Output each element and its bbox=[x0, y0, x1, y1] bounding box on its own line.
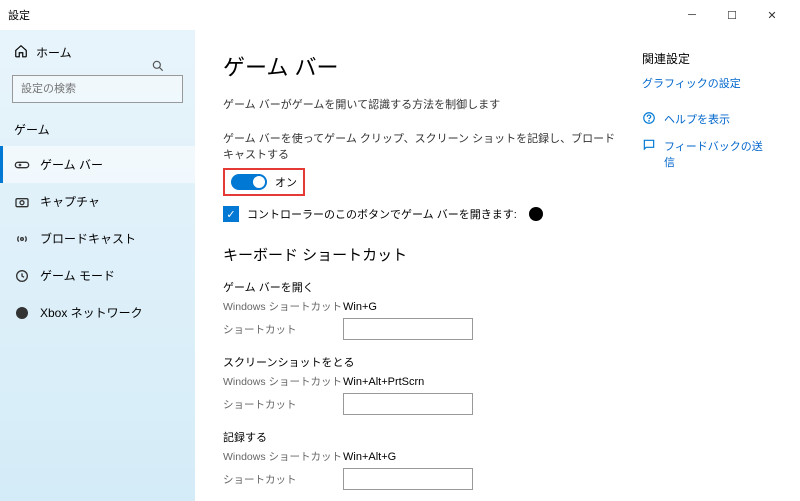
shortcut-group-screenshot: スクリーンショットをとる Windows ショートカットWin+Alt+PrtS… bbox=[223, 354, 622, 415]
sidebar-item-label: Xbox ネットワーク bbox=[40, 304, 143, 321]
close-button[interactable]: ✕ bbox=[752, 0, 792, 30]
feedback-label: フィードバックの送信 bbox=[664, 138, 772, 170]
row-win-label: Windows ショートカット bbox=[223, 299, 343, 314]
sidebar-item-label: ブロードキャスト bbox=[40, 230, 136, 247]
sidebar-item-broadcast[interactable]: ブロードキャスト bbox=[0, 220, 195, 257]
shortcut-group-record: 記録する Windows ショートカットWin+Alt+G ショートカット bbox=[223, 429, 622, 490]
shortcuts-heading: キーボード ショートカット bbox=[223, 244, 622, 265]
page-description: ゲーム バーがゲームを開いて認識する方法を制御します bbox=[223, 96, 622, 112]
broadcast-icon bbox=[14, 231, 30, 247]
graphics-settings-link[interactable]: グラフィックの設定 bbox=[642, 75, 772, 91]
row-win-label: Windows ショートカット bbox=[223, 374, 343, 389]
shortcut-title: ゲーム バーを開く bbox=[223, 279, 622, 295]
sidebar-item-label: ゲーム モード bbox=[40, 267, 115, 284]
home-nav[interactable]: ホーム bbox=[0, 38, 195, 67]
xbox-button-icon bbox=[529, 207, 543, 221]
custom-shortcut-input[interactable] bbox=[343, 468, 473, 490]
gamebar-toggle-highlight: オン bbox=[223, 168, 305, 196]
feedback-icon bbox=[642, 138, 656, 155]
sidebar-item-gamebar[interactable]: ゲーム バー bbox=[0, 146, 195, 183]
sidebar: ホーム ゲーム ゲーム バー キャプチャ bbox=[0, 30, 195, 501]
xbox-icon bbox=[14, 305, 30, 321]
maximize-button[interactable]: ☐ bbox=[712, 0, 752, 30]
home-icon bbox=[14, 44, 28, 61]
help-label: ヘルプを表示 bbox=[664, 111, 730, 127]
sidebar-section: ゲーム bbox=[0, 111, 195, 146]
sidebar-item-label: ゲーム バー bbox=[40, 156, 103, 173]
controller-checkbox[interactable]: ✓ bbox=[223, 206, 239, 222]
window-title: 設定 bbox=[8, 7, 30, 23]
win-shortcut: Win+Alt+G bbox=[343, 451, 396, 463]
feedback-link[interactable]: フィードバックの送信 bbox=[642, 138, 772, 170]
help-icon bbox=[642, 111, 656, 128]
right-pane: 関連設定 グラフィックの設定 ヘルプを表示 フィードバックの送信 bbox=[622, 50, 772, 481]
shortcut-title: スクリーンショットをとる bbox=[223, 354, 622, 370]
shortcut-group-open-gamebar: ゲーム バーを開く Windows ショートカットWin+G ショートカット bbox=[223, 279, 622, 340]
home-label: ホーム bbox=[36, 44, 72, 61]
custom-shortcut-input[interactable] bbox=[343, 318, 473, 340]
help-link[interactable]: ヘルプを表示 bbox=[642, 111, 772, 128]
minimize-button[interactable]: ─ bbox=[672, 0, 712, 30]
sidebar-item-capture[interactable]: キャプチャ bbox=[0, 183, 195, 220]
sidebar-item-label: キャプチャ bbox=[40, 193, 100, 210]
search-input[interactable] bbox=[12, 75, 183, 103]
win-shortcut: Win+G bbox=[343, 301, 377, 313]
sidebar-item-xbox-network[interactable]: Xbox ネットワーク bbox=[0, 294, 195, 331]
capture-icon bbox=[14, 194, 30, 210]
page-title: ゲーム バー bbox=[223, 50, 622, 82]
gamebar-toggle[interactable] bbox=[231, 174, 267, 190]
checkbox-label: コントローラーのこのボタンでゲーム バーを開きます: bbox=[247, 206, 517, 222]
shortcut-title: 記録する bbox=[223, 429, 622, 445]
row-custom-label: ショートカット bbox=[223, 397, 343, 412]
custom-shortcut-input[interactable] bbox=[343, 393, 473, 415]
toggle-description: ゲーム バーを使ってゲーム クリップ、スクリーン ショットを記録し、ブロードキャ… bbox=[223, 130, 622, 162]
main-pane: ゲーム バー ゲーム バーがゲームを開いて認識する方法を制御します ゲーム バー… bbox=[223, 50, 622, 481]
sidebar-item-gamemode[interactable]: ゲーム モード bbox=[0, 257, 195, 294]
row-custom-label: ショートカット bbox=[223, 322, 343, 337]
gamebar-icon bbox=[14, 157, 30, 173]
row-win-label: Windows ショートカット bbox=[223, 449, 343, 464]
row-custom-label: ショートカット bbox=[223, 472, 343, 487]
related-heading: 関連設定 bbox=[642, 50, 772, 67]
toggle-state-label: オン bbox=[275, 174, 297, 190]
gamemode-icon bbox=[14, 268, 30, 284]
win-shortcut: Win+Alt+PrtScrn bbox=[343, 376, 424, 388]
